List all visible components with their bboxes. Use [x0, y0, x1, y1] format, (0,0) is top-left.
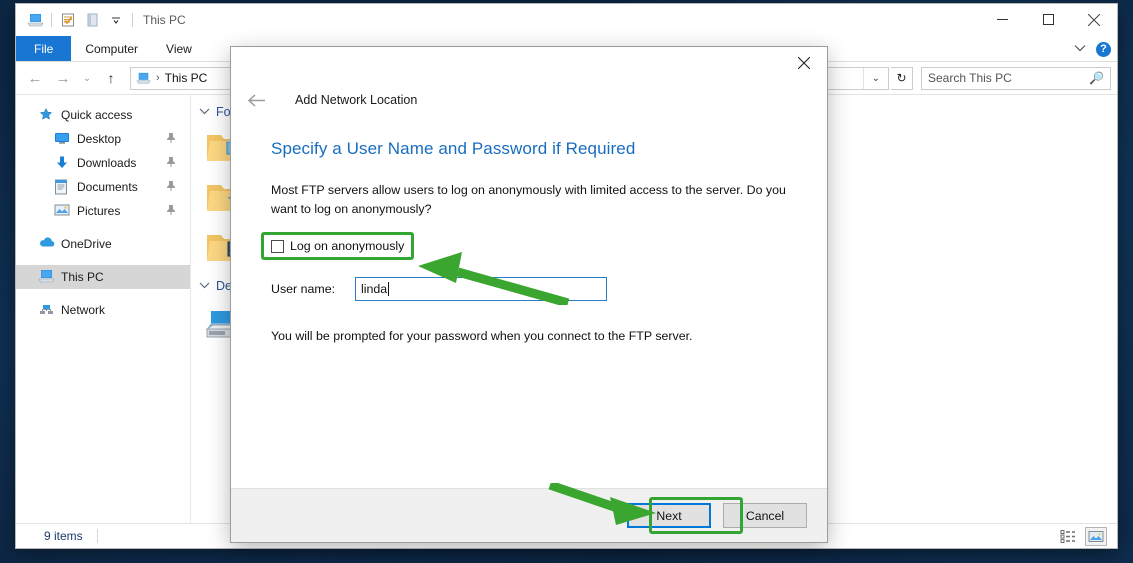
- new-folder-icon[interactable]: [80, 9, 104, 31]
- sidebar-label-onedrive: OneDrive: [61, 237, 112, 251]
- sidebar-item-this-pc[interactable]: This PC: [16, 265, 190, 289]
- text-caret: [388, 281, 390, 296]
- chevron-down-icon[interactable]: [1074, 43, 1086, 55]
- username-value: linda: [361, 281, 388, 296]
- item-count-label: 9 items: [44, 529, 83, 543]
- address-dropdown-icon[interactable]: ⌄: [862, 67, 888, 89]
- username-input[interactable]: linda: [355, 276, 607, 301]
- tab-file[interactable]: File: [16, 36, 72, 61]
- sidebar-item-pictures[interactable]: Pictures: [16, 199, 190, 223]
- sidebar-item-desktop[interactable]: Desktop: [16, 127, 190, 151]
- onedrive-cloud-icon: [38, 236, 55, 252]
- documents-icon: [54, 179, 70, 195]
- downloads-icon: [54, 155, 70, 171]
- username-label: User name:: [271, 281, 336, 296]
- ribbon-right-controls: ?: [1074, 36, 1111, 62]
- tab-computer[interactable]: Computer: [71, 36, 152, 61]
- forward-button[interactable]: →: [50, 65, 76, 91]
- chevron-down-icon[interactable]: [199, 107, 210, 118]
- breadcrumb-icon: [136, 72, 151, 85]
- toolbar-divider-2: [132, 13, 133, 27]
- sidebar-item-quick-access[interactable]: Quick access: [16, 103, 190, 127]
- sidebar-label-this-pc: This PC: [61, 270, 104, 284]
- dialog-title-bar: [231, 47, 827, 83]
- chevron-down-icon[interactable]: [199, 281, 210, 292]
- refresh-button[interactable]: ↻: [891, 66, 913, 90]
- dialog-title: Add Network Location: [295, 93, 418, 107]
- back-button[interactable]: ←: [22, 65, 48, 91]
- tab-view[interactable]: View: [152, 36, 206, 61]
- log-on-anonymously-checkbox[interactable]: Log on anonymously: [261, 232, 415, 261]
- sidebar-label-network: Network: [61, 303, 106, 317]
- details-view-icon[interactable]: [1057, 527, 1079, 546]
- breadcrumb-separator: ›: [156, 72, 160, 84]
- nav-spacer-2: [16, 256, 190, 265]
- nav-spacer-3: [16, 289, 190, 298]
- search-placeholder: Search This PC: [928, 71, 1012, 85]
- star-icon: [38, 107, 54, 123]
- dialog-content: Specify a User Name and Password if Requ…: [231, 117, 827, 488]
- minimize-button[interactable]: [979, 4, 1025, 35]
- navigation-pane: Quick access Desktop Downloads Documents…: [16, 95, 191, 523]
- next-button[interactable]: Next: [627, 503, 711, 528]
- username-row: User name: linda: [271, 276, 787, 301]
- dialog-note: You will be prompted for your password w…: [271, 328, 693, 343]
- pin-icon[interactable]: [166, 132, 176, 147]
- dialog-footer: Next Cancel: [231, 488, 827, 542]
- dialog-back-button[interactable]: [243, 87, 269, 113]
- checkbox-label: Log on anonymously: [290, 239, 405, 254]
- status-divider: [96, 529, 98, 543]
- checkbox-box[interactable]: [271, 239, 284, 253]
- dialog-heading: Specify a User Name and Password if Requ…: [271, 139, 636, 158]
- dialog-close-button[interactable]: [781, 47, 827, 78]
- pictures-icon: [54, 203, 70, 219]
- sidebar-item-downloads[interactable]: Downloads: [16, 151, 190, 175]
- dialog-nav-row: Add Network Location: [231, 83, 827, 117]
- properties-icon[interactable]: [56, 9, 80, 31]
- cancel-button[interactable]: Cancel: [723, 503, 807, 528]
- title-bar: This PC: [16, 4, 1117, 36]
- toolbar-divider-1: [51, 13, 52, 27]
- help-icon[interactable]: ?: [1096, 41, 1111, 57]
- sidebar-label-desktop: Desktop: [77, 132, 122, 146]
- this-pc-icon[interactable]: [23, 9, 47, 31]
- sidebar-label-documents: Documents: [77, 180, 138, 194]
- window-title: This PC: [143, 13, 186, 27]
- sidebar-label-pictures: Pictures: [77, 204, 121, 218]
- this-pc-icon: [38, 269, 55, 285]
- recent-locations-button[interactable]: ⌄: [78, 65, 96, 91]
- pin-icon[interactable]: [166, 204, 176, 219]
- dialog-paragraph: Most FTP servers allow users to log on a…: [271, 183, 786, 217]
- close-button[interactable]: [1071, 4, 1117, 35]
- network-icon: [38, 302, 54, 318]
- add-network-location-dialog: Add Network Location Specify a User Name…: [231, 47, 827, 542]
- pin-icon[interactable]: [166, 180, 176, 195]
- view-mode-buttons: [1057, 526, 1107, 546]
- search-box[interactable]: Search This PC 🔍: [921, 66, 1111, 90]
- pin-icon[interactable]: [166, 156, 176, 171]
- sidebar-item-network[interactable]: Network: [16, 298, 190, 322]
- customize-chevron-icon[interactable]: [104, 9, 128, 31]
- sidebar-item-onedrive[interactable]: OneDrive: [16, 232, 190, 256]
- maximize-button[interactable]: [1025, 4, 1071, 35]
- quick-access-toolbar: This PC: [16, 9, 186, 31]
- breadcrumb-this-pc[interactable]: This PC: [165, 71, 208, 85]
- sidebar-label-quick-access: Quick access: [61, 108, 133, 122]
- sidebar-item-documents[interactable]: Documents: [16, 175, 190, 199]
- large-icons-view-icon[interactable]: [1085, 526, 1107, 546]
- sidebar-label-downloads: Downloads: [77, 156, 137, 170]
- window-controls: [979, 4, 1117, 35]
- search-icon[interactable]: 🔍: [1089, 71, 1104, 85]
- up-button[interactable]: ↑: [98, 65, 124, 91]
- desktop-icon: [54, 131, 70, 147]
- nav-spacer-1: [16, 223, 190, 232]
